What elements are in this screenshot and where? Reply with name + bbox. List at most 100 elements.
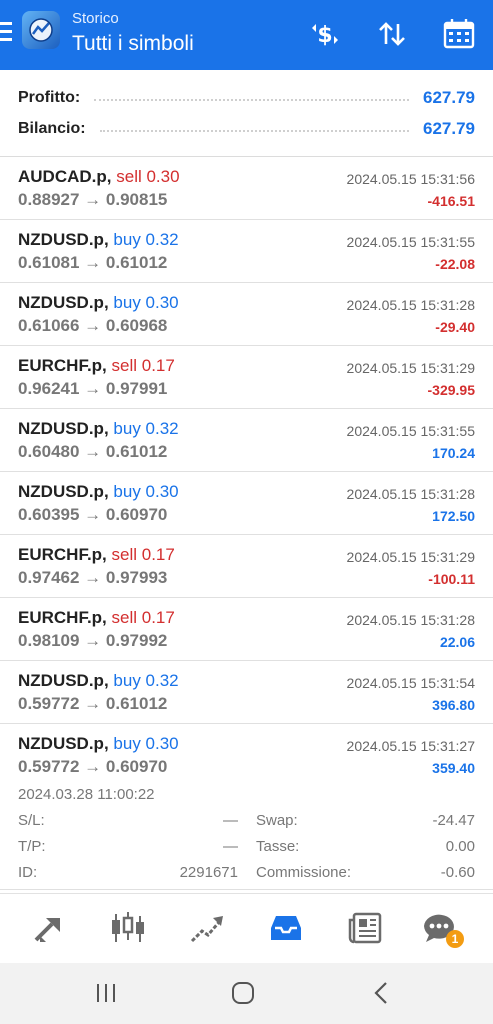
trade-symbol: NZDUSD.p, xyxy=(18,419,109,438)
trade-prices: 0.61081 → 0.61012 xyxy=(18,253,168,272)
trade-time: 2024.05.15 15:31:56 xyxy=(346,171,475,187)
trade-symbol: EURCHF.p, xyxy=(18,545,107,564)
tax-value: 0.00 xyxy=(445,838,475,855)
trade-row[interactable]: EURCHF.p, sell 0.17 0.98109 → 0.97992 20… xyxy=(0,598,493,661)
trade-row[interactable]: EURCHF.p, sell 0.17 0.97462 → 0.97993 20… xyxy=(0,535,493,598)
trade-side: buy 0.32 xyxy=(113,419,179,438)
trade-pnl: 22.06 xyxy=(439,634,475,650)
trade-side: sell 0.17 xyxy=(111,356,175,375)
swap-label: Swap: xyxy=(256,812,298,829)
trade-history-list: AUDCAD.p, sell 0.30 0.88927 → 0.90815 20… xyxy=(0,157,493,890)
trade-prices: 0.61066 → 0.60968 xyxy=(18,316,168,335)
news-icon[interactable] xyxy=(346,908,386,948)
trade-prices: 0.98109 → 0.97992 xyxy=(18,631,168,650)
trade-side: buy 0.30 xyxy=(113,293,179,312)
trade-symbol: NZDUSD.p, xyxy=(18,230,109,249)
deposit-filter-icon[interactable]: $ xyxy=(307,16,343,52)
trade-side: sell 0.17 xyxy=(111,608,175,627)
trade-time: 2024.05.15 15:31:27 xyxy=(346,738,475,754)
trade-side: sell 0.30 xyxy=(116,167,180,186)
messages-icon[interactable]: 1 xyxy=(420,908,464,948)
trade-row[interactable]: NZDUSD.p, buy 0.30 0.60395 → 0.60970 202… xyxy=(0,472,493,535)
trade-row[interactable]: EURCHF.p, sell 0.17 0.96241 → 0.97991 20… xyxy=(0,346,493,409)
trade-time: 2024.05.15 15:31:29 xyxy=(346,360,475,376)
trade-pnl: -29.40 xyxy=(435,319,475,335)
trade-side: buy 0.30 xyxy=(113,734,179,753)
trade-pnl: -416.51 xyxy=(427,193,475,209)
dotted-leader xyxy=(99,130,409,132)
trade-row[interactable]: NZDUSD.p, buy 0.32 0.61081 → 0.61012 202… xyxy=(0,220,493,283)
tp-value: — xyxy=(223,838,238,855)
trade-side: buy 0.32 xyxy=(113,671,179,690)
sl-value: — xyxy=(223,812,238,829)
profit-row: Profitto: 627.79 xyxy=(18,83,475,113)
history-icon[interactable] xyxy=(266,908,306,948)
trade-prices: 0.88927 → 0.90815 xyxy=(18,190,168,209)
trade-time: 2024.05.15 15:31:29 xyxy=(346,549,475,565)
trade-symbol: NZDUSD.p, xyxy=(18,671,109,690)
trade-symbol: AUDCAD.p, xyxy=(18,167,112,186)
commission-value: -0.60 xyxy=(440,864,475,881)
profit-value: 627.79 xyxy=(423,88,475,107)
balance-row: Bilancio: 627.79 xyxy=(18,114,475,144)
trade-time: 2024.05.15 15:31:55 xyxy=(346,423,475,439)
app-header: Storico Tutti i simboli $ xyxy=(0,0,493,70)
trade-symbol: EURCHF.p, xyxy=(18,608,107,627)
page-title: Tutti i simboli xyxy=(72,32,194,55)
dotted-leader xyxy=(94,99,409,101)
trade-row-expanded[interactable]: NZDUSD.p, buy 0.30 0.59772 → 0.60970 202… xyxy=(0,724,493,890)
trade-prices: 0.60480 → 0.61012 xyxy=(18,442,168,461)
home-icon[interactable] xyxy=(229,979,257,1007)
profit-label: Profitto: xyxy=(18,89,81,106)
trade-prices: 0.59772 → 0.61012 xyxy=(18,694,168,713)
open-time: 2024.03.28 11:00:22 xyxy=(18,786,155,803)
id-label: ID: xyxy=(18,864,38,881)
id-value: 2291671 xyxy=(179,864,238,881)
trade-time: 2024.05.15 15:31:28 xyxy=(346,612,475,628)
svg-text:$: $ xyxy=(317,23,332,48)
trade-side: buy 0.32 xyxy=(113,230,179,249)
trade-symbol: NZDUSD.p, xyxy=(18,734,109,753)
trade-prices: 0.59772 → 0.60970 xyxy=(18,757,168,776)
menu-icon[interactable] xyxy=(0,22,14,44)
trade-pnl: 170.24 xyxy=(432,445,475,461)
trade-row[interactable]: AUDCAD.p, sell 0.30 0.88927 → 0.90815 20… xyxy=(0,157,493,220)
balance-label: Bilancio: xyxy=(18,120,86,137)
header-subtitle: Storico xyxy=(72,10,119,27)
app-logo xyxy=(22,11,60,49)
chart-icon[interactable] xyxy=(108,908,148,948)
messages-badge: 1 xyxy=(446,930,464,948)
trade-symbol: EURCHF.p, xyxy=(18,356,107,375)
tp-label: T/P: xyxy=(18,838,46,855)
trade-pnl: 396.80 xyxy=(432,697,475,713)
sort-icon[interactable] xyxy=(374,16,410,52)
commission-label: Commissione: xyxy=(256,864,352,881)
recent-apps-icon[interactable] xyxy=(92,979,120,1007)
sl-label: S/L: xyxy=(18,812,45,829)
back-icon[interactable] xyxy=(368,979,396,1007)
trade-pnl: 359.40 xyxy=(432,760,475,776)
swap-value: -24.47 xyxy=(432,812,475,829)
trade-symbol: NZDUSD.p, xyxy=(18,482,109,501)
trade-icon[interactable] xyxy=(187,908,227,948)
trade-pnl: 172.50 xyxy=(432,508,475,524)
account-summary: Profitto: 627.79 Bilancio: 627.79 xyxy=(0,70,493,157)
trade-prices: 0.97462 → 0.97993 xyxy=(18,568,168,587)
tax-label: Tasse: xyxy=(256,838,300,855)
trade-row[interactable]: NZDUSD.p, buy 0.32 0.59772 → 0.61012 202… xyxy=(0,661,493,724)
trade-pnl: -22.08 xyxy=(435,256,475,272)
trade-symbol: NZDUSD.p, xyxy=(18,293,109,312)
trade-row[interactable]: NZDUSD.p, buy 0.32 0.60480 → 0.61012 202… xyxy=(0,409,493,472)
trade-time: 2024.05.15 15:31:55 xyxy=(346,234,475,250)
trade-prices: 0.96241 → 0.97991 xyxy=(18,379,168,398)
system-navigation-bar xyxy=(0,963,493,1024)
quotes-icon[interactable] xyxy=(30,908,70,948)
bottom-navigation: 1 xyxy=(0,893,493,963)
trade-time: 2024.05.15 15:31:54 xyxy=(346,675,475,691)
trade-pnl: -100.11 xyxy=(428,571,475,587)
calendar-icon[interactable] xyxy=(441,16,477,52)
trade-time: 2024.05.15 15:31:28 xyxy=(346,297,475,313)
trade-side: sell 0.17 xyxy=(111,545,175,564)
balance-value: 627.79 xyxy=(423,119,475,138)
trade-row[interactable]: NZDUSD.p, buy 0.30 0.61066 → 0.60968 202… xyxy=(0,283,493,346)
